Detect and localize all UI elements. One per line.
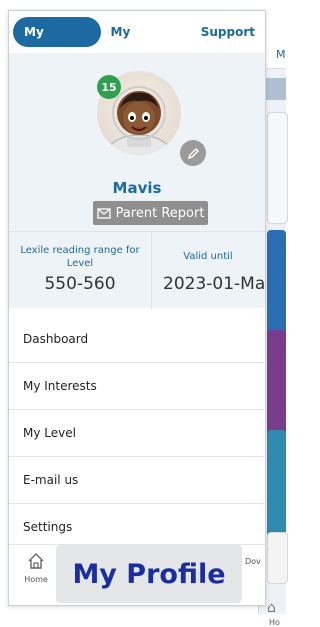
menu-item-email-us[interactable]: E-mail us [9,457,265,504]
tab-support[interactable]: Support [191,17,265,47]
home-icon [28,553,44,569]
lexile-value: 550-560 [44,274,116,294]
envelope-icon [96,207,111,219]
reading-stats: Lexile reading range for Level 550-560 V… [9,231,265,309]
home-icon[interactable]: ⌂ [267,600,276,616]
background-tab-label: M [276,48,286,61]
nav-home[interactable]: Home [21,545,51,584]
parent-report-label: Parent Report [115,205,205,221]
lexile-stat: Lexile reading range for Level 550-560 [9,232,152,309]
menu-item-dashboard[interactable]: Dashboard [9,316,265,363]
pencil-icon [187,147,199,159]
book-thumbnail[interactable] [267,112,288,224]
book-thumbnail[interactable] [267,330,286,440]
valid-until-label: Valid until [183,251,233,262]
book-thumbnail[interactable] [267,430,286,540]
menu-item-my-level[interactable]: My Level [9,410,265,457]
edit-avatar-button[interactable] [180,140,206,166]
nav-download[interactable]: Dov [245,557,261,566]
profile-panel: My Profile My History Support 15 [8,10,266,606]
student-name: Mavis [112,179,162,197]
menu-item-my-interests[interactable]: My Interests [9,363,265,410]
valid-until-stat: Valid until 2023-01-Ma [151,232,265,309]
profile-card: 15 Mavis Parent Report Lexile reading ra… [9,53,265,309]
tab-my-history[interactable]: My History [101,17,191,69]
tab-my-profile[interactable]: My Profile [13,17,101,69]
home-label: Ho [269,618,280,627]
profile-menu: Dashboard My Interests My Level E-mail u… [9,316,265,551]
nav-download-label: Dov [245,557,261,566]
valid-until-value: 2023-01-Ma [163,274,266,294]
caption-overlay: My Profile [56,545,242,603]
book-thumbnail[interactable] [267,230,286,340]
book-thumbnail[interactable] [267,532,288,584]
parent-report-button[interactable]: Parent Report [93,201,208,225]
lexile-label: Lexile reading range for Level [20,245,140,269]
tab-bar: My Profile My History Support [9,11,265,69]
nav-home-label: Home [24,575,48,584]
level-badge: 15 [97,75,121,99]
